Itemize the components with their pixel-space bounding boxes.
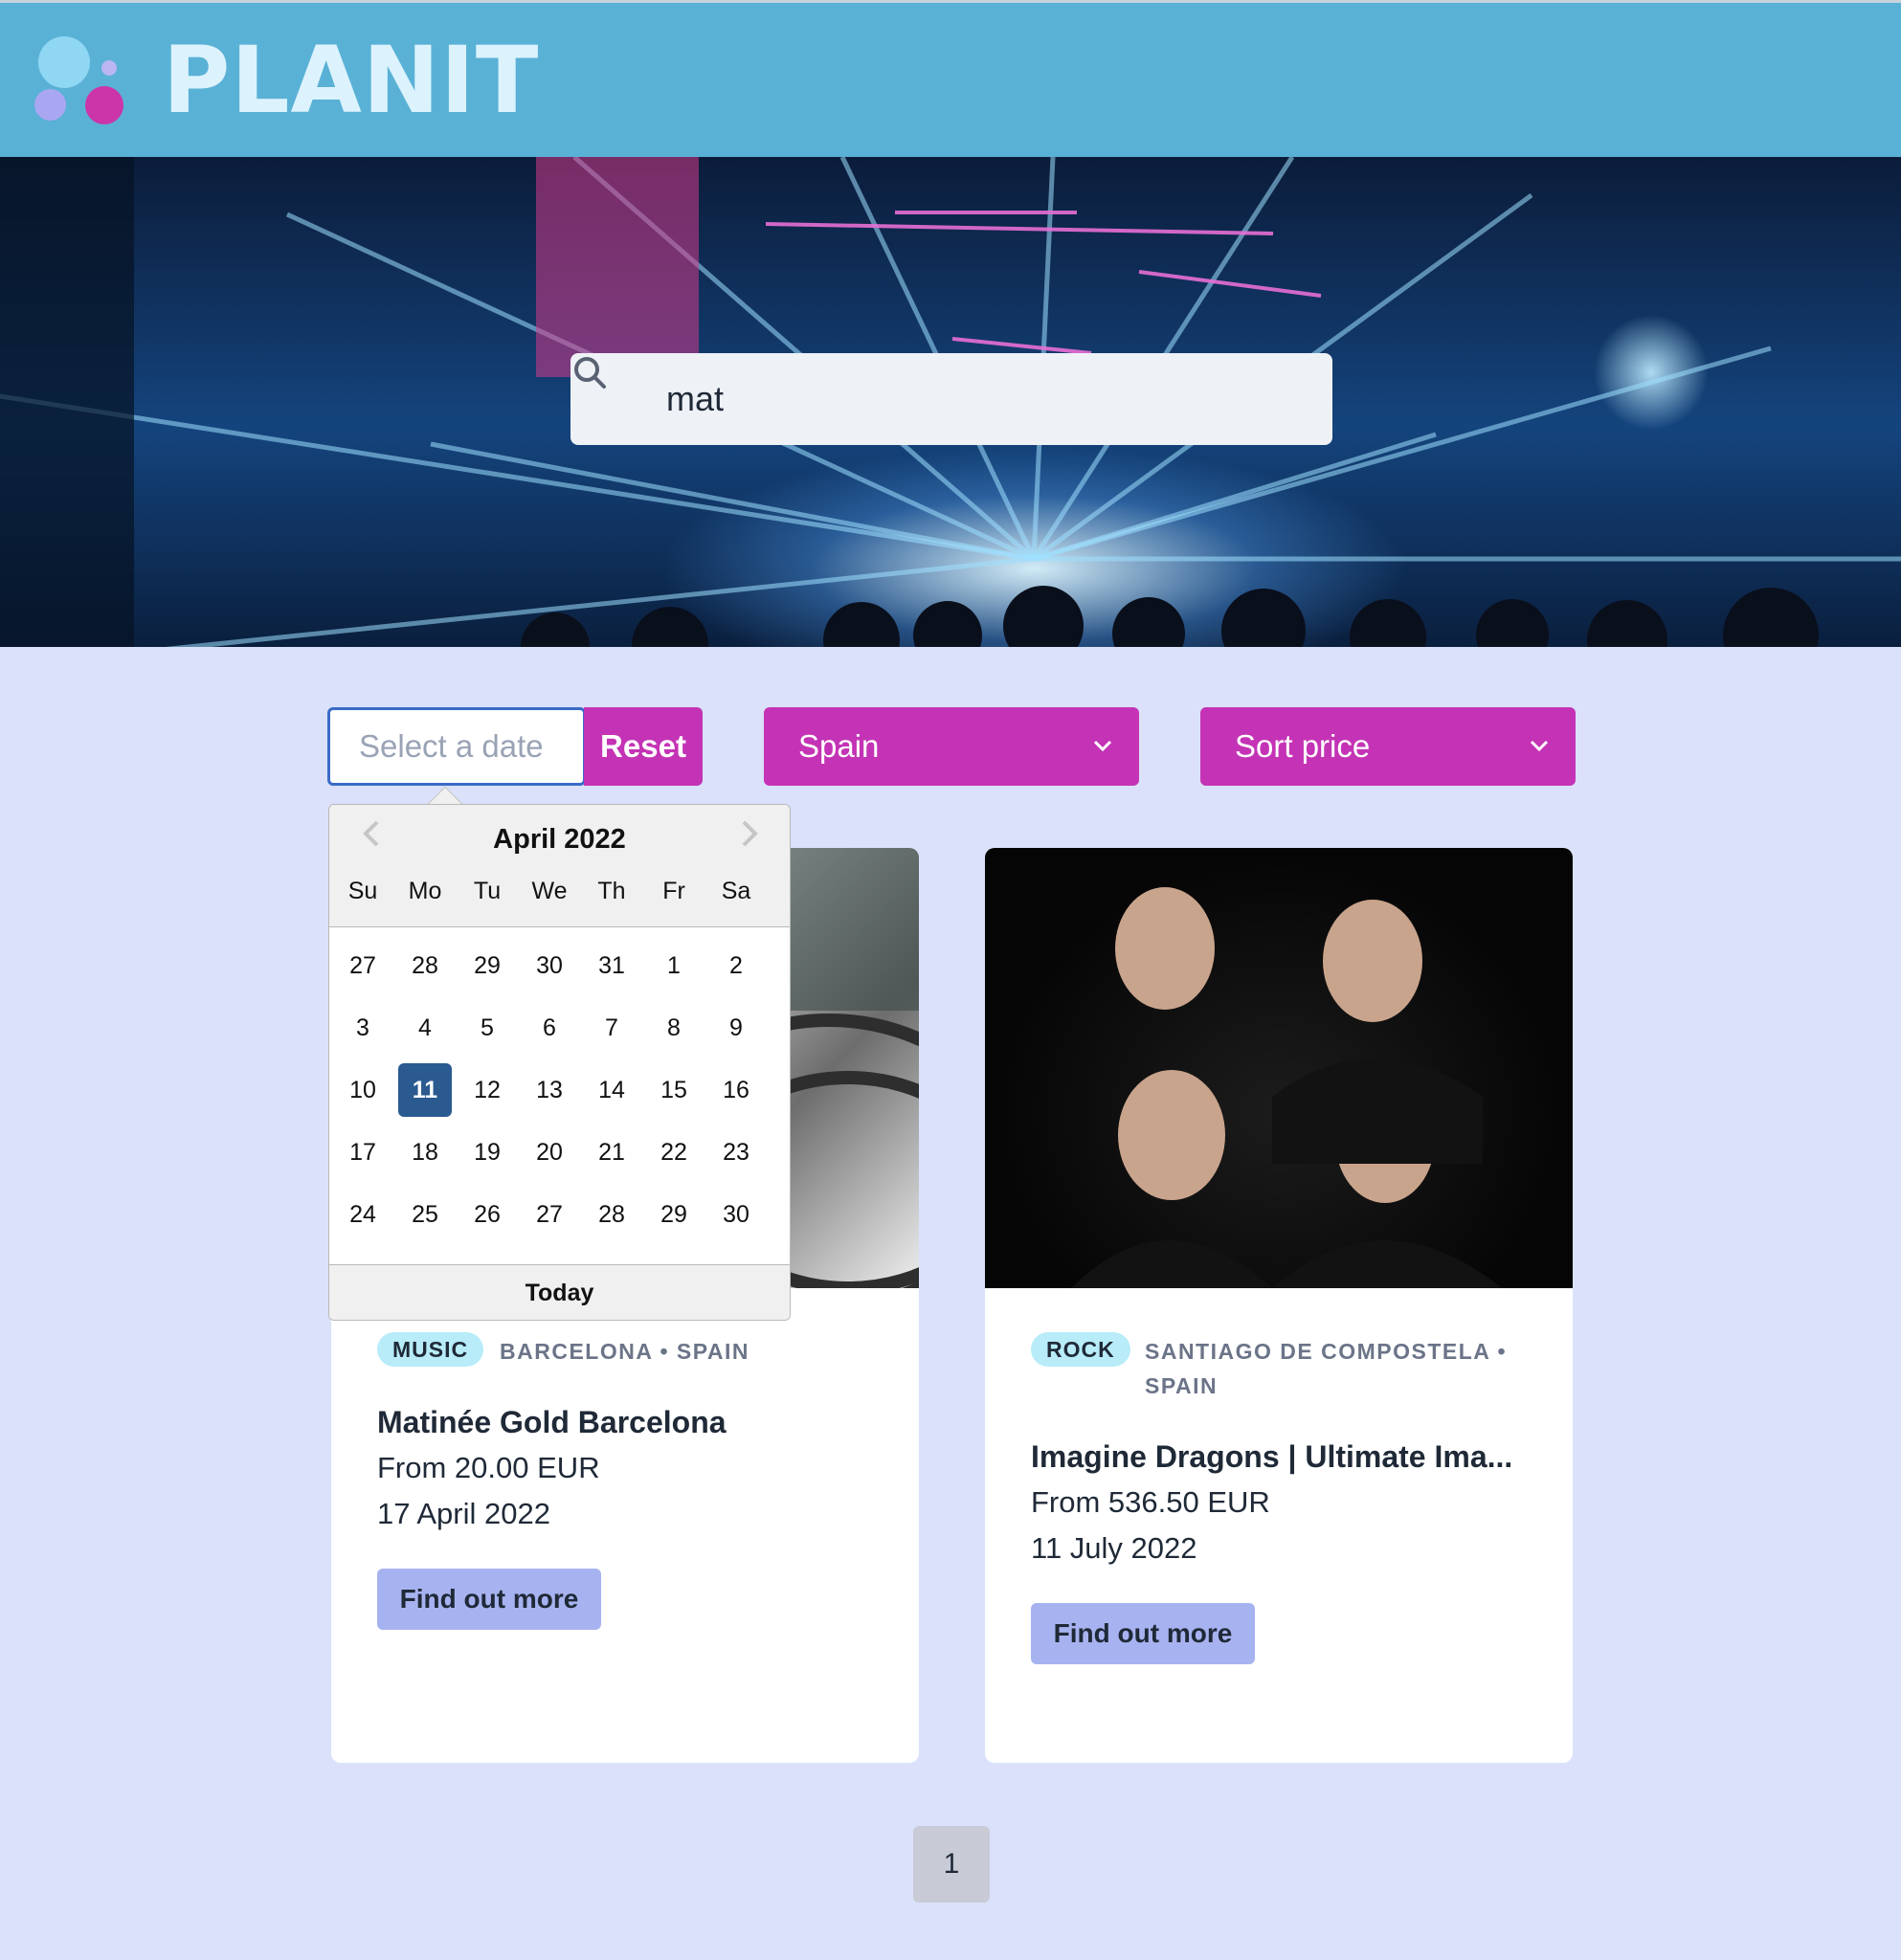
calendar-day[interactable]: 8: [647, 1001, 701, 1055]
event-location: SANTIAGO DE COMPOSTELA • SPAIN: [1145, 1334, 1507, 1403]
reset-date-button[interactable]: Reset: [584, 707, 703, 786]
country-select[interactable]: Spain: [764, 707, 1139, 786]
calendar-day[interactable]: 5: [460, 1001, 514, 1055]
site-header: PLANIT: [0, 0, 1901, 157]
category-badge: MUSIC: [377, 1332, 484, 1367]
chevron-down-icon: [1530, 740, 1549, 752]
page-number-button[interactable]: 1: [913, 1826, 990, 1903]
calendar-day[interactable]: 28: [585, 1188, 638, 1241]
event-price: From 536.50 EUR: [1031, 1485, 1270, 1519]
weekday-label: Tu: [473, 878, 502, 904]
event-price: From 20.00 EUR: [377, 1451, 600, 1484]
calendar-day[interactable]: 12: [460, 1063, 514, 1117]
weekday-label: Su: [347, 878, 378, 904]
calendar-day[interactable]: 2: [709, 939, 763, 992]
calendar-day[interactable]: 25: [398, 1188, 452, 1241]
calendar-day[interactable]: 9: [709, 1001, 763, 1055]
calendar-day[interactable]: 22: [647, 1125, 701, 1179]
weekday-label: We: [531, 878, 568, 904]
calendar-day[interactable]: 29: [460, 939, 514, 992]
weekday-label: Fr: [662, 878, 685, 904]
event-title[interactable]: Matinée Gold Barcelona: [377, 1405, 727, 1440]
calendar-day[interactable]: 21: [585, 1125, 638, 1179]
brand-name[interactable]: PLANIT: [163, 28, 539, 133]
event-title[interactable]: Imagine Dragons | Ultimate Ima...: [1031, 1439, 1512, 1475]
weekday-label: Sa: [721, 878, 751, 904]
datepicker-month: April 2022: [493, 824, 626, 855]
country-select-value: Spain: [798, 728, 880, 764]
calendar-day[interactable]: 19: [460, 1125, 514, 1179]
category-badge: ROCK: [1031, 1332, 1130, 1367]
calendar-day[interactable]: 11: [398, 1063, 452, 1117]
calendar-day[interactable]: 3: [336, 1001, 390, 1055]
calendar-day[interactable]: 6: [523, 1001, 576, 1055]
calendar-day[interactable]: 14: [585, 1063, 638, 1117]
calendar-day[interactable]: 7: [585, 1001, 638, 1055]
chevron-down-icon: [1093, 740, 1112, 752]
calendar-day[interactable]: 1: [647, 939, 701, 992]
find-out-more-button[interactable]: Find out more: [377, 1569, 601, 1630]
calendar-day[interactable]: 26: [460, 1188, 514, 1241]
chevron-right-icon[interactable]: [728, 814, 767, 853]
calendar-day[interactable]: 20: [523, 1125, 576, 1179]
weekday-label: Mo: [408, 878, 442, 904]
calendar-day[interactable]: 31: [585, 939, 638, 992]
search-icon: [574, 357, 606, 389]
location-line: SPAIN: [1145, 1373, 1219, 1398]
find-out-more-button[interactable]: Find out more: [1031, 1603, 1255, 1664]
calendar-day[interactable]: 13: [523, 1063, 576, 1117]
event-card: ROCK SANTIAGO DE COMPOSTELA • SPAIN Imag…: [985, 848, 1573, 1763]
calendar-day[interactable]: 27: [336, 939, 390, 992]
calendar-day[interactable]: 15: [647, 1063, 701, 1117]
event-date: 17 April 2022: [377, 1497, 550, 1530]
calendar-day[interactable]: 23: [709, 1125, 763, 1179]
search-bar[interactable]: [570, 353, 1332, 445]
calendar-day[interactable]: 29: [647, 1188, 701, 1241]
event-location: BARCELONA • SPAIN: [500, 1339, 750, 1364]
event-date: 11 July 2022: [1031, 1531, 1197, 1565]
logo-icon[interactable]: [34, 33, 130, 129]
search-input[interactable]: [666, 370, 1298, 428]
calendar-day[interactable]: 4: [398, 1001, 452, 1055]
calendar-day[interactable]: 30: [523, 939, 576, 992]
sort-price-select[interactable]: Sort price: [1200, 707, 1576, 786]
calendar-day[interactable]: 17: [336, 1125, 390, 1179]
datepicker-popup: April 2022 Today Su Mo Tu We Th Fr Sa 27 28 29 30 3…: [328, 804, 791, 1321]
sort-select-value: Sort price: [1235, 728, 1371, 764]
calendar-day[interactable]: 18: [398, 1125, 452, 1179]
event-image: [985, 848, 1573, 1288]
calendar-day[interactable]: 30: [709, 1188, 763, 1241]
calendar-day[interactable]: 16: [709, 1063, 763, 1117]
calendar-day[interactable]: 28: [398, 939, 452, 992]
location-line: SANTIAGO DE COMPOSTELA •: [1145, 1339, 1507, 1364]
calendar-day[interactable]: 10: [336, 1063, 390, 1117]
date-picker-input[interactable]: [327, 707, 586, 786]
calendar-day[interactable]: 24: [336, 1188, 390, 1241]
today-button[interactable]: Today: [329, 1264, 790, 1320]
weekday-label: Th: [597, 878, 626, 904]
hero-banner: [0, 157, 1901, 647]
calendar-day[interactable]: 27: [523, 1188, 576, 1241]
